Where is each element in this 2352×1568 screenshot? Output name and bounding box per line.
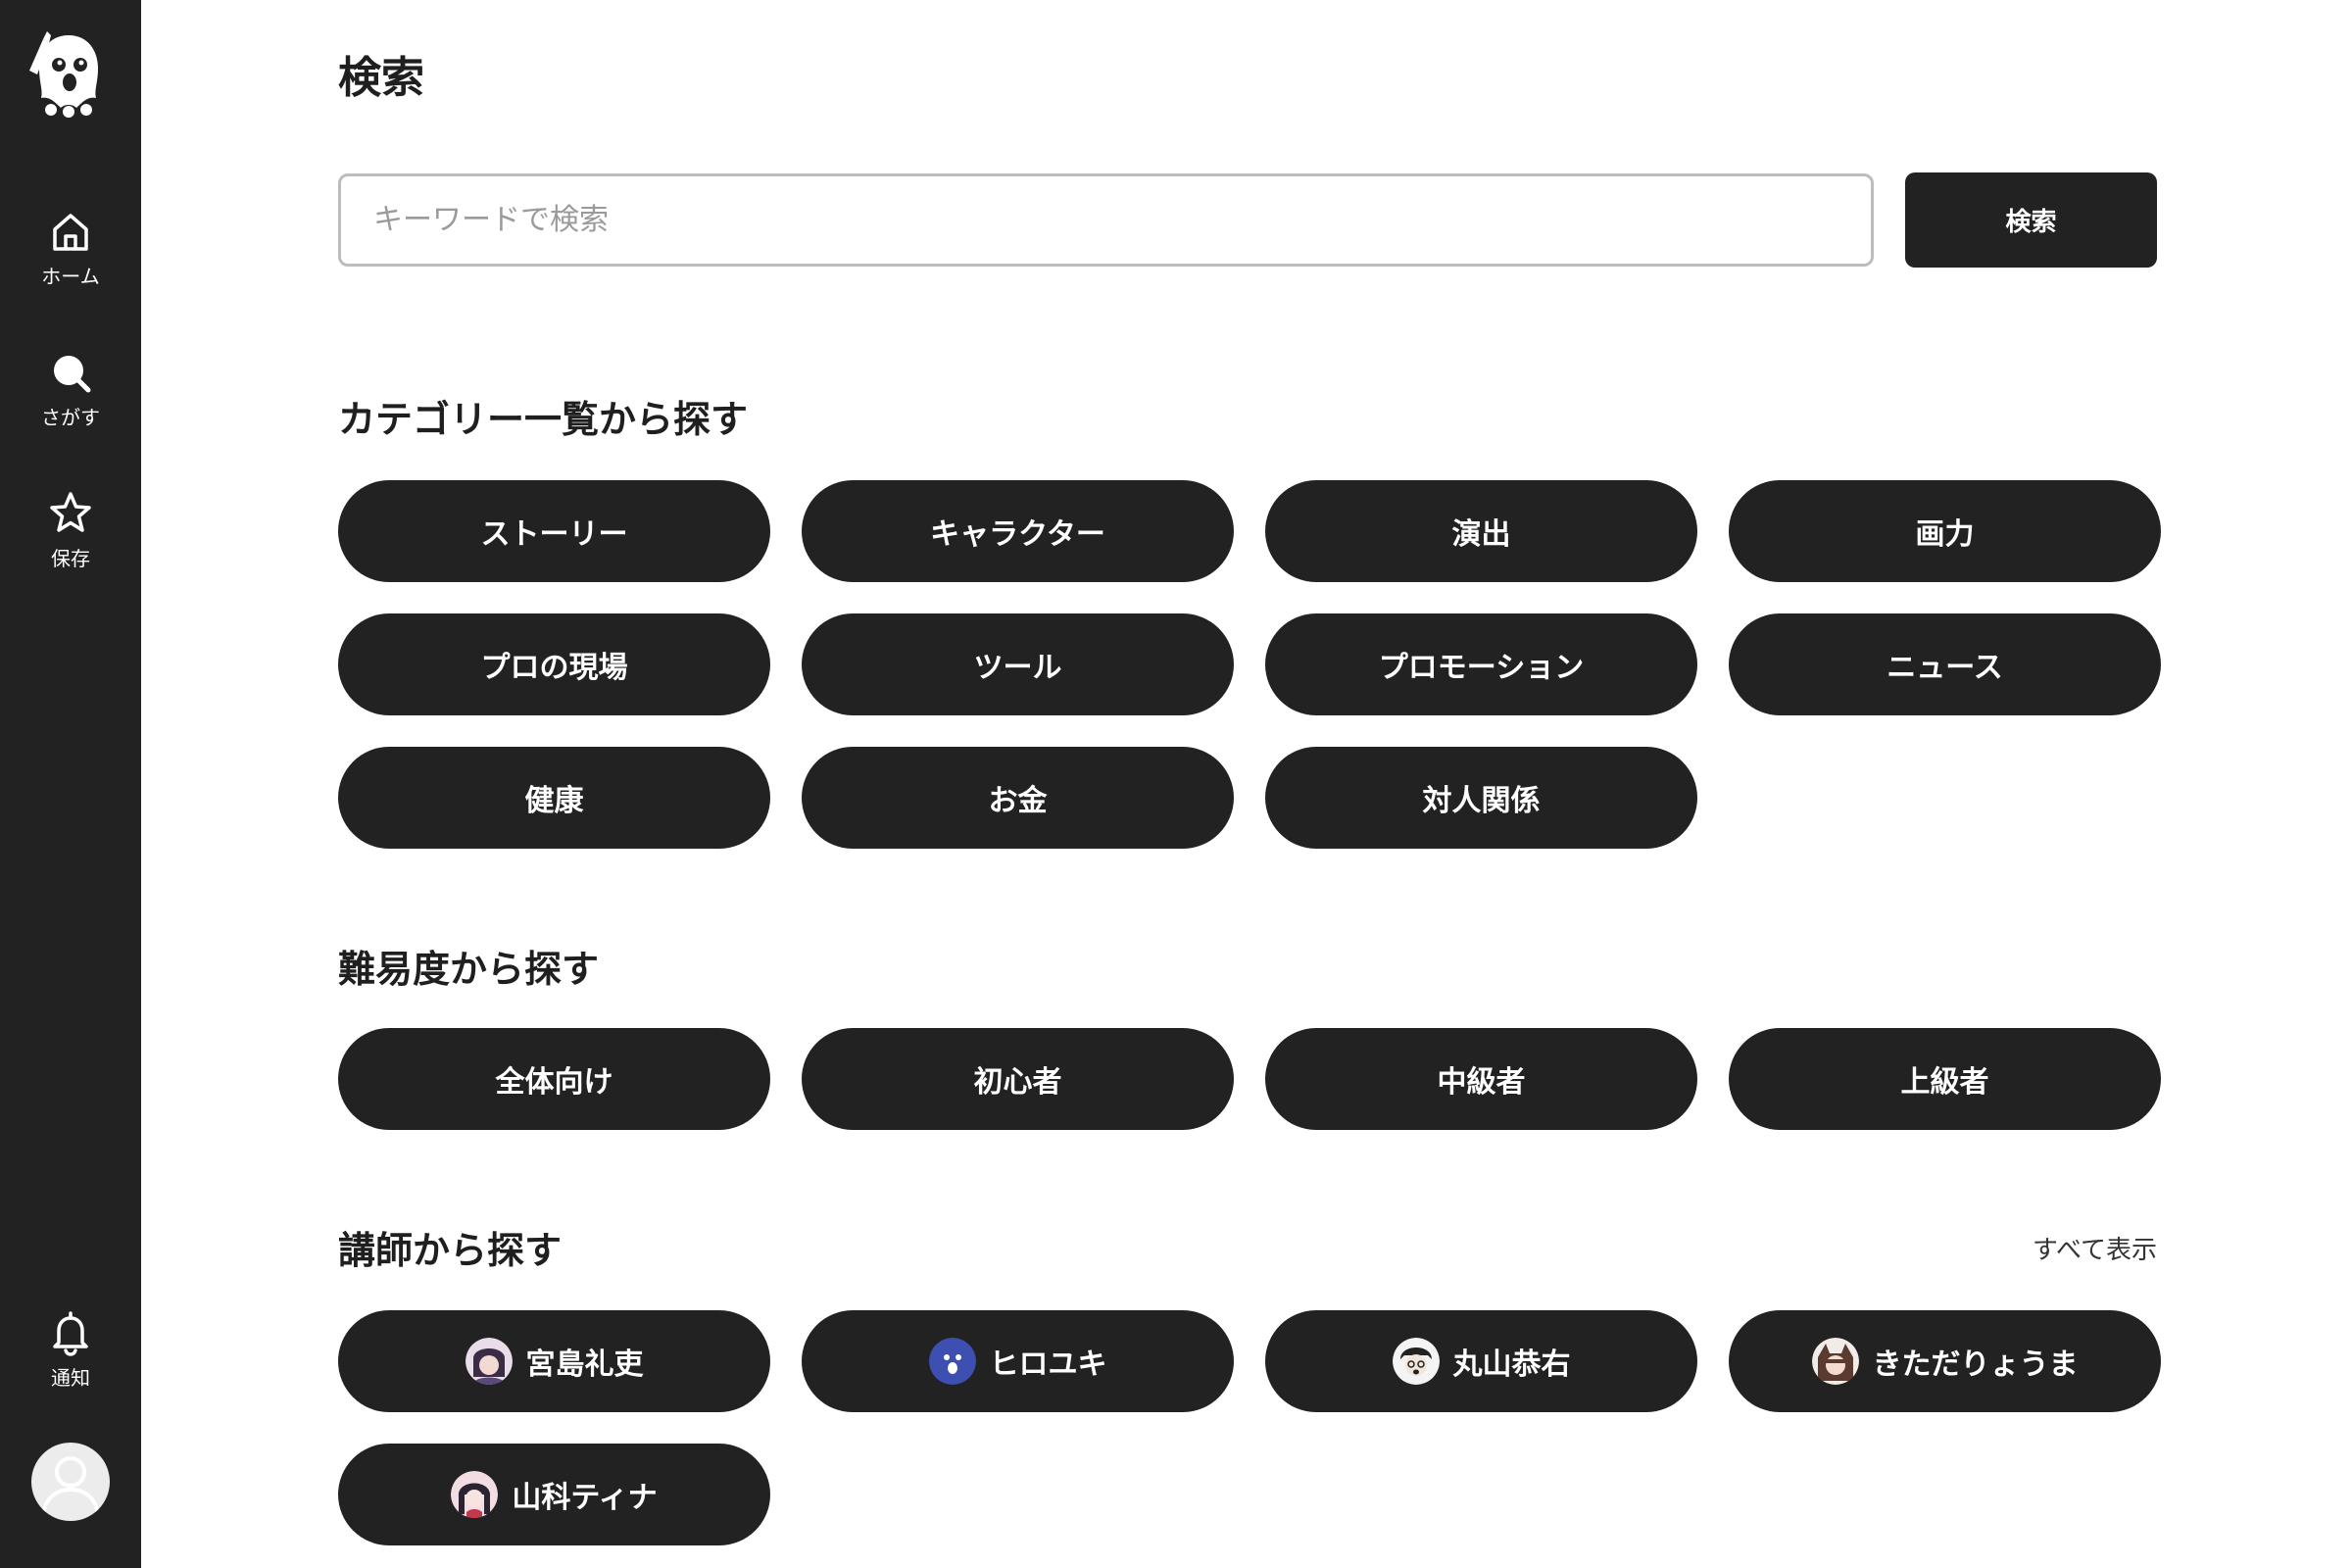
user-avatar-icon — [41, 1456, 100, 1516]
search-input[interactable] — [338, 173, 1874, 267]
page-title: 検索 — [338, 53, 424, 103]
search-icon — [54, 356, 91, 393]
difficulty-button[interactable]: 中級者 — [1265, 1028, 1697, 1130]
bell-icon — [53, 1311, 88, 1356]
difficulty-button[interactable]: 上級者 — [1729, 1028, 2161, 1130]
category-button[interactable]: ストーリー — [338, 480, 770, 582]
sidebar-item-label: ホーム — [41, 265, 100, 288]
instructor-avatar — [465, 1338, 513, 1385]
category-button[interactable]: お金 — [802, 747, 1234, 849]
category-button[interactable]: プロモーション — [1265, 613, 1697, 715]
difficulty-button[interactable]: 初心者 — [802, 1028, 1234, 1130]
category-button[interactable]: 演出 — [1265, 480, 1697, 582]
instructor-name: 宮島礼吏 — [525, 1348, 644, 1382]
instructor-name: きただりょうま — [1872, 1348, 2079, 1382]
instructor-avatar — [1811, 1338, 1859, 1385]
sidebar-item-label: 保存 — [51, 547, 90, 570]
instructor-button[interactable]: 宮島礼吏 — [338, 1310, 770, 1412]
sidebar-item-saved[interactable]: 保存 — [0, 484, 141, 592]
category-button[interactable]: ツール — [802, 613, 1234, 715]
sidebar-item-label: さがす — [41, 406, 100, 429]
sidebar-item-notifications[interactable]: 通知 — [0, 1303, 141, 1411]
category-button[interactable]: 対人関係 — [1265, 747, 1697, 849]
sidebar-item-home[interactable]: ホーム — [0, 202, 141, 310]
bird-mascot-logo-icon[interactable] — [22, 25, 116, 120]
difficulty-section-title: 難易度から探す — [338, 948, 600, 991]
home-icon — [53, 214, 88, 251]
instructor-name: ヒロユキ — [989, 1348, 1107, 1382]
category-button[interactable]: プロの現場 — [338, 613, 770, 715]
instructor-avatar — [451, 1471, 499, 1518]
instructor-button[interactable]: ヒロユキ — [802, 1310, 1234, 1412]
instructor-section-title: 講師から探す — [338, 1229, 563, 1272]
star-icon — [50, 492, 91, 532]
difficulty-button[interactable]: 全体向け — [338, 1028, 770, 1130]
category-button[interactable]: 画力 — [1729, 480, 2161, 582]
instructor-button[interactable]: きただりょうま — [1729, 1310, 2161, 1412]
category-section-title: カテゴリー一覧から探す — [338, 398, 749, 441]
category-button[interactable]: キャラクター — [802, 480, 1234, 582]
instructor-name: 丸山恭右 — [1452, 1348, 1571, 1382]
search-button[interactable]: 検索 — [1905, 172, 2157, 268]
sidebar: ホーム さがす 保存 通知 — [0, 0, 141, 1568]
see-all-link[interactable]: すべて表示 — [2033, 1235, 2157, 1266]
category-button[interactable]: 健康 — [338, 747, 770, 849]
instructor-button[interactable]: 丸山恭右 — [1265, 1310, 1697, 1412]
user-avatar[interactable] — [31, 1443, 110, 1521]
instructor-button[interactable]: 山科ティナ — [338, 1444, 770, 1545]
sidebar-item-label: 通知 — [51, 1366, 90, 1390]
instructor-avatar — [928, 1338, 976, 1385]
category-button[interactable]: ニュース — [1729, 613, 2161, 715]
sidebar-item-search[interactable]: さがす — [0, 343, 141, 451]
instructor-name: 山科ティナ — [512, 1481, 658, 1515]
instructor-avatar — [1392, 1338, 1440, 1385]
